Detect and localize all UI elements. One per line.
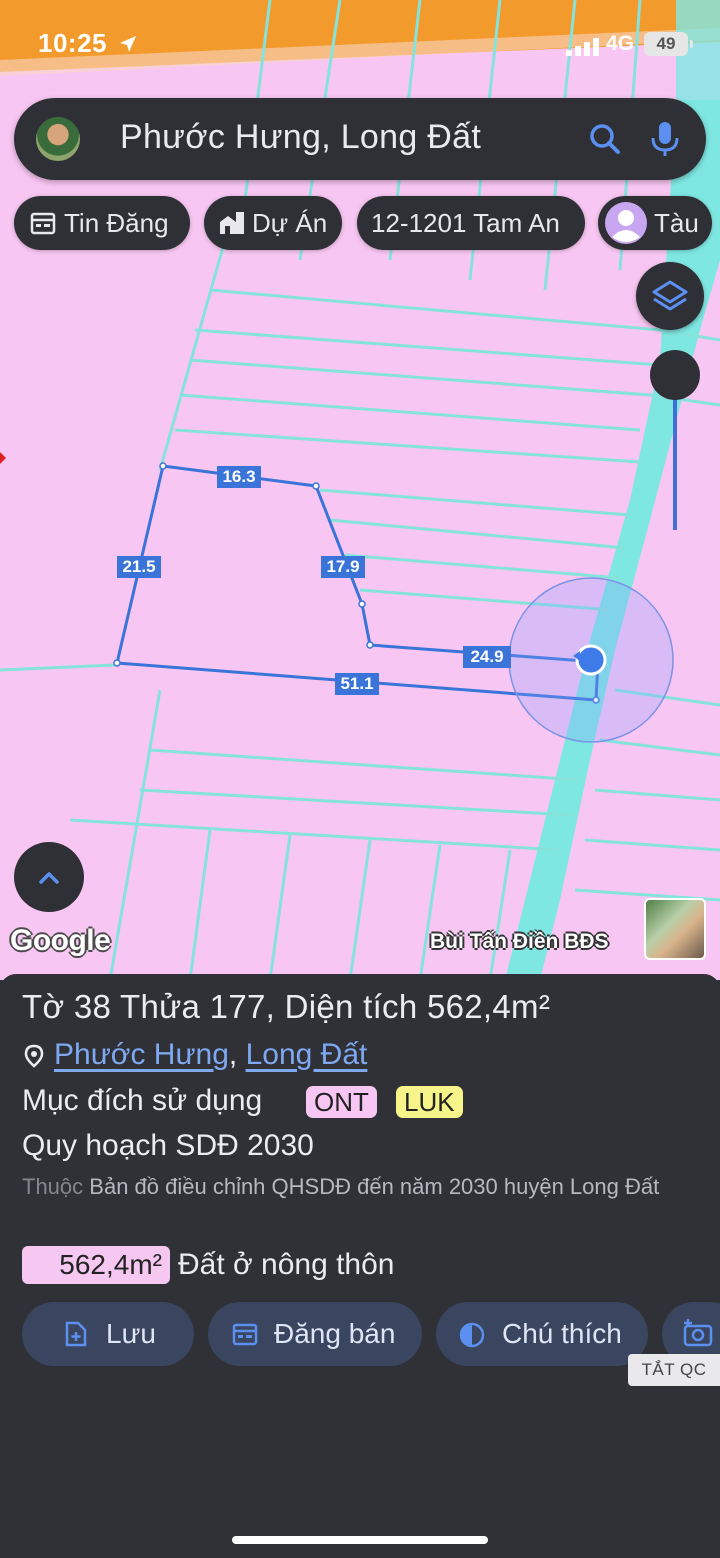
disable-ads-button[interactable]: TẮT QC [628, 1354, 720, 1386]
chip-tam-an[interactable]: 12-1201 Tam An [357, 196, 585, 250]
chevron-up-icon [39, 872, 59, 884]
location-link-district[interactable]: Long Đất [246, 1038, 368, 1071]
add-file-icon [65, 1321, 87, 1347]
calendar-icon [30, 212, 56, 235]
edge-marker [0, 452, 6, 464]
chip-label: Dự Án [252, 208, 328, 238]
plan-note: Thuộc Bản đồ điều chỉnh QHSDĐ đến năm 20… [22, 1170, 702, 1203]
expand-panel-button[interactable] [14, 842, 84, 912]
land-type-label: Đất ở nông thôn [178, 1248, 395, 1281]
google-logo: Google [10, 924, 111, 957]
signal-icon [566, 36, 600, 56]
network-type: 4G [606, 32, 635, 55]
save-button[interactable]: Lưu [22, 1302, 194, 1366]
search-input[interactable]: Phước Hưng, Long Đất [120, 118, 481, 157]
purpose-tag-luk: LUK [396, 1086, 463, 1118]
chip-label: Tin Đăng [64, 208, 169, 238]
watermark-text: Bùi Tấn Điền BĐS [430, 930, 609, 953]
chip-du-an[interactable]: Dự Án [204, 196, 342, 250]
post-for-sale-label: Đăng bán [274, 1318, 396, 1349]
segment-label: 51.1 [335, 673, 379, 695]
segment-label: 24.9 [463, 646, 511, 668]
purpose-label: Mục đích sử dụng [22, 1084, 263, 1117]
profile-icon [605, 202, 647, 244]
app-screen: 16.3 21.5 17.9 24.9 51.1 Google Bùi Tấn … [0, 0, 720, 1558]
opacity-slider-knob[interactable] [650, 350, 700, 400]
microphone-icon [651, 122, 679, 156]
opacity-slider-track[interactable] [673, 398, 677, 530]
contrast-icon [459, 1322, 485, 1348]
battery-icon: 49 [644, 32, 693, 56]
chip-tau[interactable]: Tàu [598, 196, 712, 250]
voice-search-button[interactable] [642, 116, 688, 162]
legend-label: Chú thích [502, 1318, 622, 1349]
watermark-photo [644, 898, 706, 960]
location-link-commune[interactable]: Phước Hưng [54, 1038, 229, 1071]
segment-label: 21.5 [117, 556, 161, 578]
post-for-sale-button[interactable]: Đăng bán [208, 1302, 422, 1366]
plan-note-text: Bản đồ điều chỉnh QHSDĐ đến năm 2030 huy… [89, 1174, 660, 1199]
location-separator: , [228, 1038, 238, 1071]
layers-icon [652, 280, 688, 311]
calendar-icon [232, 1323, 258, 1346]
chip-label: Tàu [654, 208, 699, 238]
chip-label: 12-1201 Tam An [371, 208, 560, 238]
avatar[interactable] [36, 117, 80, 161]
search-icon [590, 124, 620, 154]
building-icon [220, 212, 244, 234]
segment-label: 17.9 [321, 556, 365, 578]
home-indicator[interactable] [232, 1536, 488, 1544]
layers-button[interactable] [636, 262, 704, 330]
save-label: Lưu [106, 1318, 156, 1349]
purpose-tag-ont: ONT [306, 1086, 377, 1118]
search-button[interactable] [582, 116, 628, 162]
search-bar[interactable]: Phước Hưng, Long Đất [14, 98, 706, 180]
status-bar: 10:25 4G 49 [0, 22, 720, 66]
legend-button[interactable]: Chú thích [436, 1302, 648, 1366]
status-time: 10:25 [38, 28, 107, 58]
chip-tin-dang[interactable]: Tin Đăng [14, 196, 190, 250]
parcel-title: Tờ 38 Thửa 177, Diện tích 562,4m² [22, 988, 551, 1025]
parcel-info-panel: Tờ 38 Thửa 177, Diện tích 562,4m² Phước … [0, 974, 720, 1558]
current-location-dot[interactable] [575, 644, 607, 676]
add-photo-icon [683, 1319, 713, 1347]
map-pin-icon [24, 1044, 44, 1068]
segment-label: 16.3 [217, 466, 261, 488]
location-arrow-icon [120, 36, 136, 52]
plan-note-prefix: Thuộc [22, 1174, 84, 1199]
area-value-badge: 562,4m² [22, 1246, 170, 1284]
plan-title: Quy hoạch SDĐ 2030 [22, 1129, 314, 1162]
